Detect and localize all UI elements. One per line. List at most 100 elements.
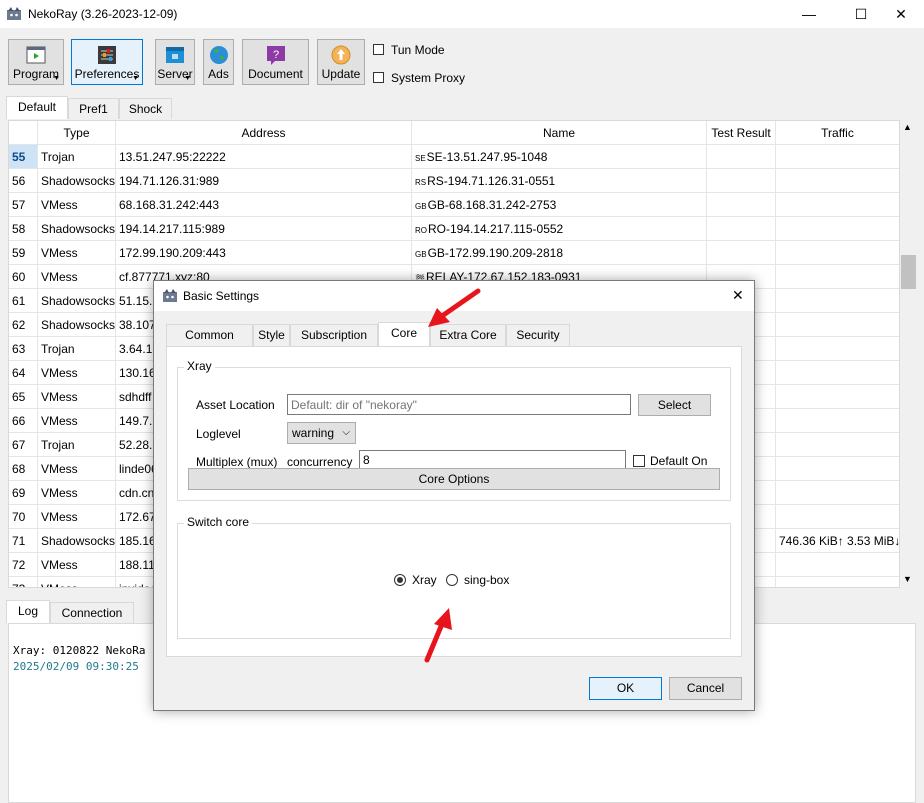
tab-common[interactable]: Common	[166, 324, 253, 346]
basic-settings-dialog: Basic Settings ✕ Common Style Subscripti…	[153, 280, 755, 711]
sing-box-radio-label: sing-box	[464, 573, 510, 587]
window-titlebar: NekoRay (3.26-2023-12-09) — ☐ ✕	[0, 0, 924, 28]
table-row[interactable]: 55 Trojan 13.51.247.95:22222 SESE-13.51.247…	[9, 145, 899, 169]
row-traffic	[776, 265, 899, 289]
update-button[interactable]: Update	[317, 39, 365, 85]
tab-subscription[interactable]: Subscription	[290, 324, 378, 346]
server-name: GB-172.99.190.209-2818	[427, 246, 564, 260]
xray-radio-label: Xray	[412, 573, 437, 587]
tab-connection[interactable]: Connection	[50, 602, 134, 623]
flag-icon: SE	[415, 154, 426, 163]
tab-extra-core[interactable]: Extra Core	[430, 324, 506, 346]
table-row[interactable]: 59 VMess 172.99.190.209:443 GBGB-172.99.190…	[9, 241, 899, 265]
core-options-button[interactable]: Core Options	[188, 468, 720, 490]
scrollbar-thumb[interactable]	[901, 255, 916, 289]
flag-icon: RO	[415, 226, 427, 235]
update-label: Update	[321, 67, 361, 81]
select-button[interactable]: Select	[638, 394, 711, 416]
row-traffic	[776, 289, 899, 313]
multiplex-label: Multiplex (mux)	[196, 455, 278, 469]
tun-mode-label: Tun Mode	[391, 43, 445, 57]
ok-button[interactable]: OK	[589, 677, 662, 700]
dialog-close-button[interactable]: ✕	[732, 287, 744, 304]
svg-text:?: ?	[272, 49, 278, 61]
row-address: 13.51.247.95:22222	[116, 145, 412, 169]
row-test-result	[707, 169, 776, 193]
loglevel-label: Loglevel	[196, 427, 241, 441]
document-button[interactable]: ? Document	[242, 39, 309, 85]
row-name: RORO-194.14.217.115-0552	[412, 217, 707, 241]
asset-location-input[interactable]	[287, 394, 631, 415]
row-type: Trojan	[38, 337, 116, 361]
row-index: 71	[9, 529, 38, 553]
table-scrollbar[interactable]: ▲ ▼	[900, 120, 917, 588]
row-traffic	[776, 433, 899, 457]
tab-log[interactable]: Log	[6, 600, 50, 623]
tab-core[interactable]: Core	[378, 322, 430, 347]
chevron-down-icon: ▼	[184, 75, 191, 82]
server-button[interactable]: Server ▼	[155, 39, 195, 85]
scroll-up-icon[interactable]: ▲	[903, 122, 912, 132]
tun-mode-checkbox[interactable]	[373, 44, 384, 55]
row-type: Trojan	[38, 433, 116, 457]
ads-button[interactable]: Ads	[203, 39, 234, 85]
row-type: VMess	[38, 193, 116, 217]
preferences-button[interactable]: Preferences ▼	[71, 39, 143, 85]
tab-pref1[interactable]: Pref1	[68, 98, 119, 119]
system-proxy-checkbox[interactable]	[373, 72, 384, 83]
row-type: VMess	[38, 385, 116, 409]
scroll-down-icon[interactable]: ▼	[903, 574, 912, 584]
chevron-down-icon: ⌵	[342, 427, 350, 438]
table-row[interactable]: 58 Shadowsocks 194.14.217.115:989 RORO-194.…	[9, 217, 899, 241]
header-type[interactable]: Type	[38, 121, 116, 145]
row-index: 65	[9, 385, 38, 409]
header-traffic[interactable]: Traffic	[776, 121, 899, 145]
tab-security[interactable]: Security	[506, 324, 570, 346]
default-on-checkbox[interactable]	[633, 455, 645, 467]
row-index: 64	[9, 361, 38, 385]
loglevel-select[interactable]: warning ⌵	[287, 422, 356, 444]
row-traffic	[776, 577, 899, 587]
sing-box-radio[interactable]	[446, 574, 458, 586]
row-traffic	[776, 217, 899, 241]
row-index: 68	[9, 457, 38, 481]
tab-default[interactable]: Default	[6, 96, 68, 119]
row-type: VMess	[38, 481, 116, 505]
xray-group-title: Xray	[184, 359, 215, 373]
row-type: VMess	[38, 241, 116, 265]
xray-radio[interactable]	[394, 574, 406, 586]
ads-label: Ads	[208, 67, 229, 81]
row-name: SESE-13.51.247.95-1048	[412, 145, 707, 169]
cancel-button[interactable]: Cancel	[669, 677, 742, 700]
row-type: VMess	[38, 409, 116, 433]
server-name: SE-13.51.247.95-1048	[426, 150, 548, 164]
tab-shock[interactable]: Shock	[119, 98, 172, 119]
row-test-result	[707, 145, 776, 169]
row-traffic	[776, 193, 899, 217]
row-type: VMess	[38, 577, 116, 587]
row-index: 57	[9, 193, 38, 217]
header-test-result[interactable]: Test Result	[707, 121, 776, 145]
flag-icon: GB	[415, 250, 427, 259]
table-row[interactable]: 57 VMess 68.168.31.242:443 GBGB-68.168.31.2…	[9, 193, 899, 217]
row-index: 60	[9, 265, 38, 289]
row-index: 73	[9, 577, 38, 587]
row-address: 194.14.217.115:989	[116, 217, 412, 241]
nekoray-app-icon	[163, 289, 177, 302]
row-index: 69	[9, 481, 38, 505]
loglevel-value: warning	[292, 426, 335, 440]
close-button[interactable]: ✕	[878, 0, 924, 28]
concurrency-label: concurrency	[287, 455, 353, 469]
program-button[interactable]: Program ▼	[8, 39, 64, 85]
dialog-titlebar: Basic Settings ✕	[154, 281, 754, 311]
tab-style[interactable]: Style	[253, 324, 290, 346]
preferences-icon	[98, 46, 116, 64]
table-row[interactable]: 56 Shadowsocks 194.71.126.31:989 RSRS-194.7…	[9, 169, 899, 193]
header-name[interactable]: Name	[412, 121, 707, 145]
row-index: 66	[9, 409, 38, 433]
minimize-button[interactable]: —	[786, 0, 832, 28]
row-traffic	[776, 409, 899, 433]
row-address: 172.99.190.209:443	[116, 241, 412, 265]
row-traffic	[776, 313, 899, 337]
header-address[interactable]: Address	[116, 121, 412, 145]
